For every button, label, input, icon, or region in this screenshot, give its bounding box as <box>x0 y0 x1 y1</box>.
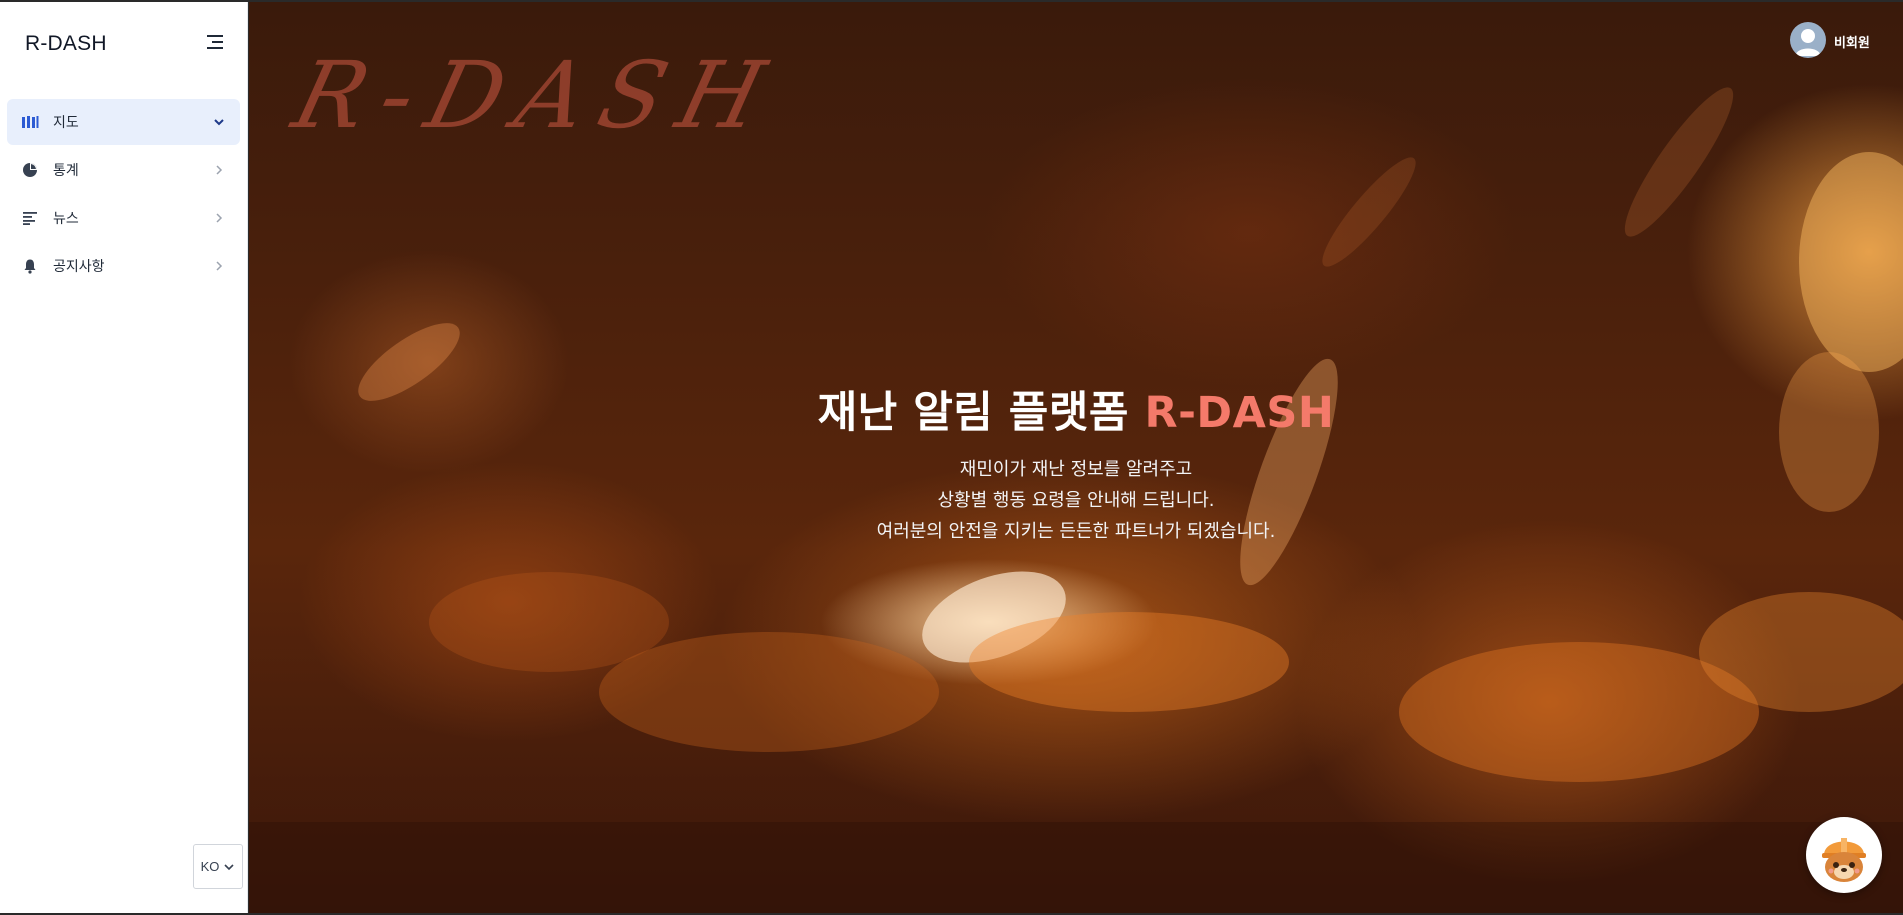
menu-toggle-button[interactable] <box>205 34 225 50</box>
language-select-value: KO <box>200 859 220 874</box>
hero-title-main: 재난 알림 플랫폼 <box>817 388 1145 438</box>
hero-subtitle: 재민이가 재난 정보를 알려주고 상황별 행동 요령을 안내해 드립니다. 여러… <box>249 454 1903 547</box>
hero-subtitle-line: 상황별 행동 요령을 안내해 드립니다. <box>937 490 1215 511</box>
hero-title: 재난 알림 플랫폼 R-DASH <box>249 378 1903 440</box>
mascot-icon <box>1822 838 1866 882</box>
sidebar-item-map[interactable]: 지도 <box>7 99 240 145</box>
sidebar-item-stats[interactable]: 통계 <box>7 147 240 193</box>
chevron-right-icon <box>212 210 226 224</box>
sidebar-item-label: 공지사항 <box>53 258 105 274</box>
sidebar-item-label: 통계 <box>53 162 79 178</box>
hero-banner: R-DASH 비회원 재난 알림 플랫폼 R-DASH 재민이가 재난 정보를 … <box>249 2 1903 913</box>
hero-logo-watermark: R-DASH <box>283 42 791 149</box>
chatbot-mascot-button[interactable] <box>1806 817 1882 893</box>
user-name[interactable]: 비회원 <box>1834 32 1870 51</box>
hero-subtitle-line: 재민이가 재난 정보를 알려주고 <box>959 459 1193 480</box>
bell-icon <box>21 257 39 275</box>
pie-chart-icon <box>21 161 39 179</box>
sidebar-item-label: 지도 <box>53 114 79 130</box>
hero-title-accent: R-DASH <box>1144 388 1335 438</box>
chevron-down-icon <box>212 114 226 128</box>
sidebar-item-label: 뉴스 <box>53 210 79 226</box>
language-select[interactable]: KO <box>193 844 243 889</box>
chevron-down-icon <box>224 863 234 870</box>
sidebar-item-news[interactable]: 뉴스 <box>7 195 240 241</box>
avatar[interactable] <box>1790 22 1826 58</box>
hero-subtitle-line: 여러분의 안전을 지키는 든든한 파트너가 되겠습니다. <box>876 521 1276 542</box>
map-icon <box>21 113 39 131</box>
chevron-right-icon <box>212 258 226 272</box>
chevron-right-icon <box>212 162 226 176</box>
hero-content: 재난 알림 플랫폼 R-DASH 재민이가 재난 정보를 알려주고 상황별 행동… <box>249 378 1903 547</box>
brand-logo[interactable]: R-DASH <box>25 32 107 56</box>
sidebar-item-notices[interactable]: 공지사항 <box>7 243 240 289</box>
menu-icon <box>207 35 223 49</box>
news-icon <box>21 209 39 227</box>
sidebar-nav: 지도 통계 뉴스 공지사항 <box>7 99 240 291</box>
sidebar: R-DASH 지도 통계 뉴스 공지사항 KO <box>0 2 248 913</box>
user-icon <box>1795 29 1821 56</box>
